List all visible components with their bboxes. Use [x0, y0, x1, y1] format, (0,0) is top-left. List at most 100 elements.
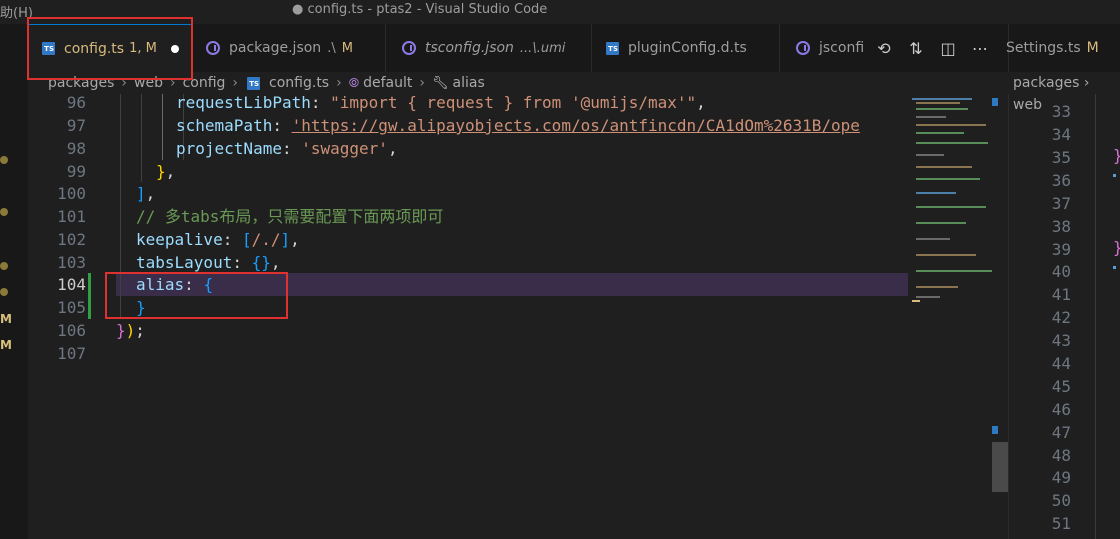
minimap-line [916, 166, 972, 168]
minimap-line [916, 222, 966, 224]
tab-settings-ts[interactable]: Settings.ts M [1006, 24, 1120, 72]
line-number: 34 [1051, 125, 1071, 144]
line-number: 97 [66, 116, 86, 135]
line-number: 38 [1051, 217, 1071, 236]
line-number: 105 [57, 298, 86, 317]
breadcrumb-file[interactable]: config.ts [269, 75, 329, 91]
code-line-96: requestLibPath: "import { request } from… [176, 94, 706, 112]
highlight-box-tab [27, 17, 193, 80]
modified-marker: M [0, 338, 12, 352]
code-key: projectName [176, 139, 282, 158]
scroll-marker [992, 426, 998, 434]
tab-description: .\ [327, 40, 336, 56]
code-line-102: keepalive: [/./], [136, 230, 300, 249]
tab-label: jsconfi [819, 40, 865, 56]
code-string: "import { request } from '@umijs/max'" [330, 94, 697, 112]
code-key: tabsLayout [136, 253, 233, 272]
line-number: 40 [1051, 262, 1071, 281]
code-bracket: } [1113, 238, 1120, 257]
minimap-line [916, 238, 950, 240]
minimap-line [916, 286, 958, 288]
line-number: 103 [57, 253, 86, 272]
code-fragment [1113, 174, 1116, 177]
tab-jsconfig[interactable]: jsconfi [780, 24, 870, 72]
line-number: 41 [1051, 285, 1071, 304]
line-number: 47 [1051, 423, 1071, 442]
code-key: keepalive [136, 230, 223, 249]
more-icon[interactable]: ⋯ [964, 39, 996, 58]
history-icon[interactable]: ⟲ [868, 39, 900, 58]
git-decoration-dot [0, 288, 8, 296]
chevron-right-icon: › [232, 75, 239, 91]
line-number: 46 [1051, 400, 1071, 419]
line-number: 101 [57, 207, 86, 226]
scrollbar-thumb[interactable] [992, 442, 1008, 492]
line-number: 35 [1051, 148, 1071, 167]
tab-pluginconfig-d-ts[interactable]: TS pluginConfig.d.ts [592, 24, 780, 72]
minimap-line [916, 192, 956, 194]
ts-icon: TS [247, 76, 261, 90]
tab-tsconfig-json[interactable]: tsconfig.json ...\.umi [386, 24, 592, 72]
line-number-gutter: 96 97 98 99 100 101 102 103 104 105 106 … [28, 94, 86, 539]
code-string: 'swagger' [301, 139, 388, 158]
line-number: 44 [1051, 354, 1071, 373]
code-regex: /./ [251, 230, 281, 249]
tab-label: Settings.ts [1006, 40, 1081, 56]
tab-label: tsconfig.json [425, 40, 514, 56]
code-line-103: tabsLayout: {}, [136, 253, 281, 272]
compare-icon[interactable]: ⇅ [900, 39, 932, 58]
tab-modified: M [1086, 40, 1099, 56]
breadcrumb-symbol[interactable]: alias [453, 75, 485, 91]
json-icon [402, 41, 416, 55]
minimap[interactable] [908, 94, 992, 539]
line-number: 43 [1051, 331, 1071, 350]
split-editor-icon[interactable]: ◫ [932, 39, 964, 58]
minimap-line [912, 98, 972, 100]
git-decoration-dot [0, 208, 8, 216]
scroll-marker [992, 98, 998, 106]
code-line-100: ], [136, 184, 156, 203]
json-icon [206, 41, 220, 55]
wrench-icon: 🔧︎ [432, 75, 449, 91]
tab-package-json[interactable]: package.json .\ M [192, 24, 386, 72]
line-number: 48 [1051, 446, 1071, 465]
code-url[interactable]: 'https://gw.alipayobjects.com/os/antfinc… [292, 116, 860, 135]
chevron-right-icon: › [336, 75, 342, 91]
line-number: 98 [66, 139, 86, 158]
line-number: 106 [57, 321, 86, 340]
minimap-line [916, 102, 960, 104]
line-number: 50 [1051, 491, 1071, 510]
minimap-line [916, 270, 992, 272]
minimap-line [916, 178, 980, 180]
code-line-106: }); [116, 321, 145, 340]
line-number-current: 104 [57, 275, 86, 294]
indent-guide [162, 94, 163, 160]
line-number: 36 [1051, 171, 1071, 190]
line-number: 107 [57, 344, 86, 363]
line-number: 51 [1051, 514, 1071, 533]
tab-description: ...\.umi [519, 40, 566, 56]
breadcrumb-symbol[interactable]: default [363, 75, 412, 91]
code-fragment [1113, 266, 1116, 269]
code-bracket: } [1113, 146, 1120, 165]
vertical-scrollbar[interactable] [992, 94, 1008, 539]
split-breadcrumb[interactable]: packages › web [1008, 72, 1120, 113]
tab-label: package.json [229, 40, 322, 56]
code-line-98: projectName: 'swagger', [176, 139, 398, 158]
line-number: 45 [1051, 377, 1071, 396]
window-title: ● config.ts - ptas2 - Visual Studio Code [292, 2, 548, 17]
minimap-line [916, 206, 986, 208]
git-decoration-dot [0, 262, 8, 270]
code-line-99: }, [156, 162, 176, 181]
line-number: 42 [1051, 308, 1071, 327]
line-number: 39 [1051, 240, 1071, 259]
split-code-editor[interactable]: 33 34 35 36 37 38 39 40 41 42 43 44 45 4… [1008, 94, 1120, 539]
line-number: 37 [1051, 194, 1071, 213]
highlight-box-alias [105, 272, 288, 319]
minimap-line [916, 154, 944, 156]
indent-guide [141, 94, 142, 182]
code-comment: // 多tabs布局，只需要配置下面两项即可 [136, 207, 444, 226]
minimap-line [916, 132, 964, 134]
code-line-101: // 多tabs布局，只需要配置下面两项即可 [136, 205, 908, 228]
tab-label: pluginConfig.d.ts [628, 40, 747, 56]
